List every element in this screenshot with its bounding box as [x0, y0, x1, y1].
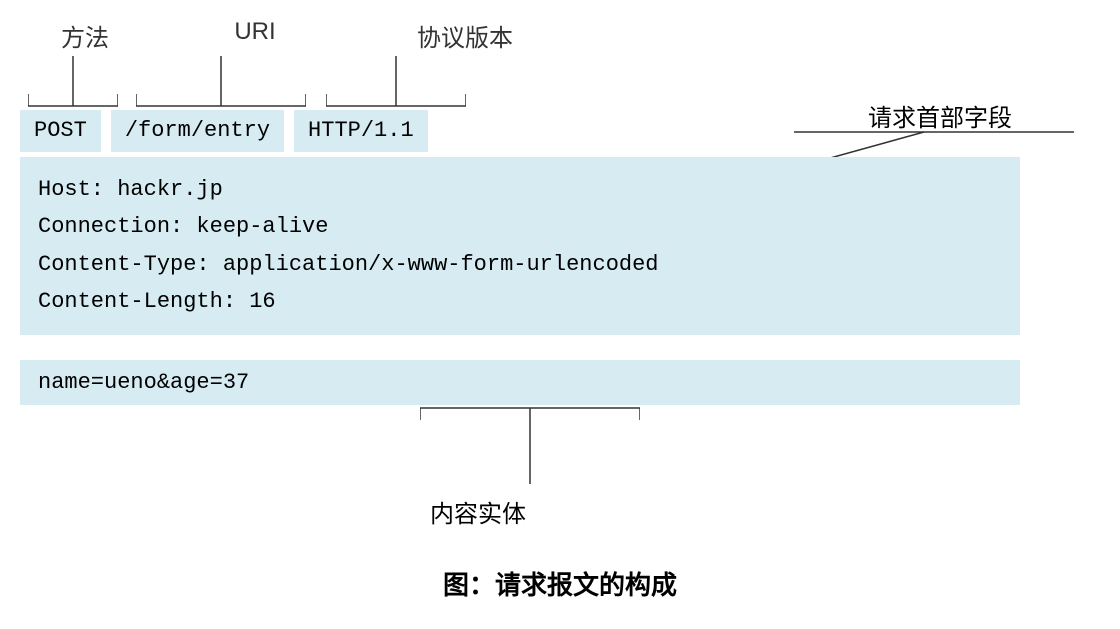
bracket-version [326, 56, 466, 113]
header-content-type: Content-Type: application/x-www-form-url… [38, 246, 1002, 283]
request-version: HTTP/1.1 [294, 110, 428, 152]
bracket-body [420, 406, 640, 491]
headers-block: Host: hackr.jp Connection: keep-alive Co… [20, 157, 1020, 335]
caption-prefix: 图： [443, 570, 495, 600]
top-labels-row: 方法 URI 协议版本 [20, 18, 920, 58]
header-host: Host: hackr.jp [38, 171, 1002, 208]
header-connection: Connection: keep-alive [38, 208, 1002, 245]
label-uri: URI [225, 18, 285, 46]
caption-text: 请求报文的构成 [495, 570, 677, 600]
request-uri: /form/entry [111, 110, 284, 152]
request-method: POST [20, 110, 101, 152]
label-method: 方法 [55, 18, 115, 53]
bracket-uri [136, 56, 306, 113]
request-line: POST /form/entry HTTP/1.1 [20, 110, 428, 152]
figure-caption: 图：请求报文的构成 [0, 565, 1120, 602]
label-header-field: 请求首部字段 [868, 98, 1012, 133]
header-content-length: Content-Length: 16 [38, 283, 1002, 320]
bracket-method [28, 56, 118, 113]
body-block: name=ueno&age=37 [20, 360, 1020, 405]
label-version: 协议版本 [415, 18, 515, 53]
label-body: 内容实体 [430, 494, 526, 529]
